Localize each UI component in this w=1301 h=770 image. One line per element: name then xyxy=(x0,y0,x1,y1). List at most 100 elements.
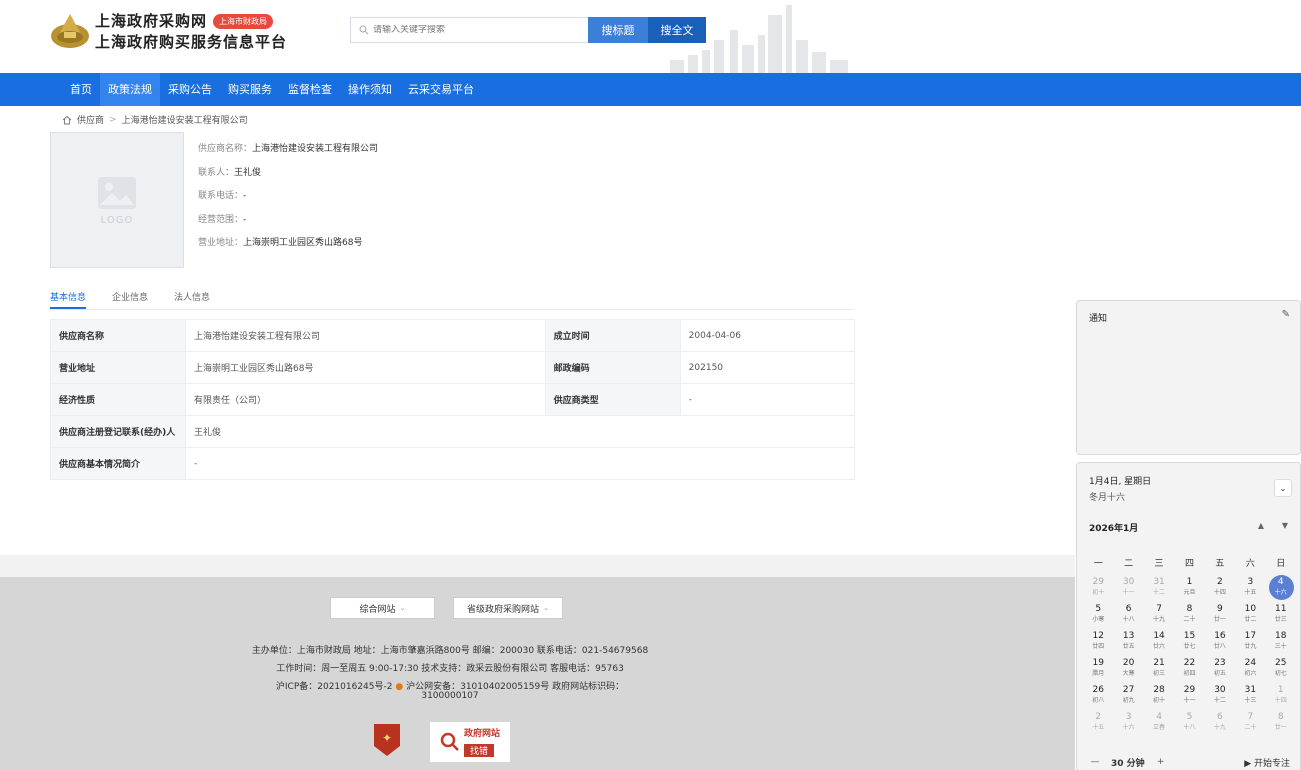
edit-icon[interactable]: ✎ xyxy=(1282,309,1290,320)
calendar-day[interactable]: 28 初十 xyxy=(1144,683,1174,710)
calendar-day[interactable]: 23 初五 xyxy=(1205,656,1235,683)
find-error-button[interactable]: 政府网站 找错 xyxy=(430,722,510,762)
calendar-day[interactable]: 24 初六 xyxy=(1235,656,1265,683)
calendar-day[interactable]: 4 立春 xyxy=(1144,710,1174,737)
calendar-day[interactable]: 26 初八 xyxy=(1083,683,1113,710)
calendar-current-date[interactable]: 1月4日, 星期日 xyxy=(1089,474,1151,487)
site-logo-emblem-icon[interactable] xyxy=(50,10,90,50)
calendar-day[interactable]: 1 十四 xyxy=(1266,683,1296,710)
calendar-day-number: 30 xyxy=(1214,685,1226,695)
calendar-day-number: 16 xyxy=(1214,631,1226,641)
calendar-day-today[interactable]: 4 十六 xyxy=(1266,575,1296,602)
profile-row: 营业地址：上海崇明工业园区秀山路68号 xyxy=(198,235,378,259)
calendar-day[interactable]: 29 初十 xyxy=(1083,575,1113,602)
table-key: 营业地址 xyxy=(50,351,186,384)
calendar-day[interactable]: 8 廿一 xyxy=(1266,710,1296,737)
calendar-day[interactable]: 8 二十 xyxy=(1174,602,1204,629)
calendar-day[interactable]: 7 二十 xyxy=(1235,710,1265,737)
calendar-day[interactable]: 5 小寒 xyxy=(1083,602,1113,629)
nav-item-cloud-trading[interactable]: 云采交易平台 xyxy=(400,73,482,106)
calendar-day[interactable]: 5 十八 xyxy=(1174,710,1204,737)
calendar-day-lunar: 廿一 xyxy=(1274,724,1287,731)
calendar-day[interactable]: 30 十二 xyxy=(1205,683,1235,710)
calendar-day[interactable]: 31 十三 xyxy=(1235,683,1265,710)
nav-item-policy[interactable]: 政策法规 xyxy=(100,73,160,106)
nav-item-instructions[interactable]: 操作须知 xyxy=(340,73,400,106)
party-gov-emblem-icon[interactable]: ✦ xyxy=(372,722,402,758)
calendar-day[interactable]: 9 廿一 xyxy=(1205,602,1235,629)
calendar-day[interactable]: 10 廿二 xyxy=(1235,602,1265,629)
increase-duration-button[interactable]: + xyxy=(1153,757,1169,767)
tab-company-info[interactable]: 企业信息 xyxy=(112,290,148,309)
calendar-day[interactable]: 1 元旦 xyxy=(1174,575,1204,602)
calendar-day-lunar: 廿三 xyxy=(1274,616,1287,623)
calendar-day-lunar: 十九 xyxy=(1153,616,1166,623)
calendar-weekday: 六 xyxy=(1245,559,1255,569)
calendar-weekday: 二 xyxy=(1124,559,1134,569)
table-value: 上海崇明工业园区秀山路68号 xyxy=(185,351,546,384)
calendar-day[interactable]: 18 三十 xyxy=(1266,629,1296,656)
select-general-site[interactable]: 综合网站 ⌄ xyxy=(330,597,435,619)
calendar-day[interactable]: 22 初四 xyxy=(1174,656,1204,683)
search-input[interactable] xyxy=(373,25,573,35)
calendar-month-label[interactable]: 2026年1月 xyxy=(1089,521,1138,534)
chevron-down-icon[interactable]: ⌄ xyxy=(1274,479,1292,497)
calendar-day[interactable]: 25 初七 xyxy=(1266,656,1296,683)
calendar-day[interactable]: 17 廿九 xyxy=(1235,629,1265,656)
calendar-day[interactable]: 6 十九 xyxy=(1205,710,1235,737)
table-key: 供应商注册登记联系(经办)人 xyxy=(50,415,186,448)
calendar-day[interactable]: 30 十一 xyxy=(1113,575,1143,602)
chevron-down-icon[interactable]: ▼ xyxy=(1282,521,1288,530)
calendar-day[interactable]: 19 腊月 xyxy=(1083,656,1113,683)
calendar-day[interactable]: 2 十四 xyxy=(1205,575,1235,602)
breadcrumb-item-supplier[interactable]: 供应商 xyxy=(77,113,104,126)
table-key: 成立时间 xyxy=(544,319,681,352)
profile-label: 供应商名称： xyxy=(198,144,253,154)
calendar-panel: 1月4日, 星期日 冬月十六 ⌄ 2026年1月 ▲ ▼ 一二三四五六日 29 初十… xyxy=(1076,462,1301,770)
calendar-day[interactable]: 21 初三 xyxy=(1144,656,1174,683)
start-focus-button[interactable]: ▶ 开始专注 xyxy=(1244,756,1290,769)
calendar-day-lunar: 初八 xyxy=(1092,697,1105,704)
calendar-day-number: 6 xyxy=(1217,712,1223,722)
nav-item-purchase-service[interactable]: 购买服务 xyxy=(220,73,280,106)
calendar-day[interactable]: 3 十五 xyxy=(1235,575,1265,602)
basic-info-table: 供应商名称 上海港怡建设安装工程有限公司 成立时间 2004-04-06 营业地… xyxy=(50,319,856,480)
search-title-button[interactable]: 搜标题 xyxy=(588,17,648,43)
calendar-day[interactable]: 29 十一 xyxy=(1174,683,1204,710)
decrease-duration-button[interactable]: — xyxy=(1087,757,1103,767)
site-badge: 上海市财政局 xyxy=(213,14,274,29)
nav-item-home[interactable]: 首页 xyxy=(62,73,100,106)
calendar-day[interactable]: 3 十六 xyxy=(1113,710,1143,737)
nav-item-procurement-notice[interactable]: 采购公告 xyxy=(160,73,220,106)
calendar-day-number: 25 xyxy=(1275,658,1287,668)
find-error-label-1: 政府网站 xyxy=(463,729,500,739)
calendar-day-lunar: 十三 xyxy=(1244,697,1257,704)
calendar-day[interactable]: 13 廿五 xyxy=(1113,629,1143,656)
calendar-day[interactable]: 20 大寒 xyxy=(1113,656,1143,683)
calendar-day[interactable]: 14 廿六 xyxy=(1144,629,1174,656)
nav-item-supervision[interactable]: 监督检查 xyxy=(280,73,340,106)
table-value: - xyxy=(185,447,855,480)
calendar-day[interactable]: 27 初九 xyxy=(1113,683,1143,710)
home-icon[interactable] xyxy=(62,115,72,125)
calendar-day-lunar: 廿二 xyxy=(1244,616,1257,623)
calendar-day[interactable]: 15 廿七 xyxy=(1174,629,1204,656)
calendar-day-lunar: 廿四 xyxy=(1092,643,1105,650)
calendar-day-number: 11 xyxy=(1275,604,1287,614)
calendar-day[interactable]: 7 十九 xyxy=(1144,602,1174,629)
calendar-day[interactable]: 12 廿四 xyxy=(1083,629,1113,656)
chevron-up-icon[interactable]: ▲ xyxy=(1258,521,1264,530)
tab-basic-info[interactable]: 基本信息 xyxy=(50,290,87,309)
site-name: 上海政府采购网 上海市财政局 xyxy=(95,10,274,31)
calendar-day[interactable]: 16 廿八 xyxy=(1205,629,1235,656)
calendar-day[interactable]: 31 十二 xyxy=(1144,575,1174,602)
select-provincial-site[interactable]: 省级政府采购网站 ⌄ xyxy=(453,597,563,619)
calendar-day-number: 29 xyxy=(1183,685,1196,695)
calendar-day-number: 7 xyxy=(1247,712,1254,722)
tab-legal-person-info[interactable]: 法人信息 xyxy=(174,290,210,309)
calendar-day[interactable]: 2 十五 xyxy=(1083,710,1113,737)
calendar-day[interactable]: 11 廿三 xyxy=(1266,602,1296,629)
calendar-day-number: 2 xyxy=(1217,577,1223,587)
chevron-down-icon: ⌄ xyxy=(399,604,406,612)
calendar-day[interactable]: 6 十八 xyxy=(1113,602,1143,629)
